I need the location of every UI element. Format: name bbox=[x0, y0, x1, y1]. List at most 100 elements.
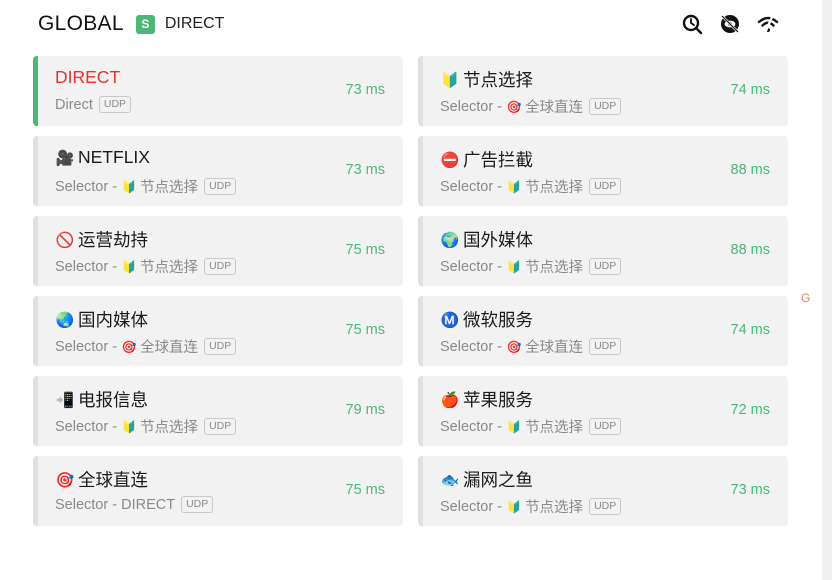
proxy-card[interactable]: 🎥 NETFLIX Selector - 🔰 节点选择 UDP 73 ms bbox=[33, 136, 403, 206]
via-emoji-icon: 🔰 bbox=[506, 419, 522, 434]
current-node: DIRECT bbox=[164, 15, 225, 32]
proxy-name-row: 🚫 运营劫持 bbox=[55, 227, 148, 252]
udp-badge: UDP bbox=[589, 338, 622, 355]
proxy-card[interactable]: 🚫 运营劫持 Selector - 🔰 节点选择 UDP 75 ms bbox=[33, 216, 403, 286]
proxy-card[interactable]: 🔰 节点选择 Selector - 🎯 全球直连 UDP 74 ms bbox=[418, 56, 788, 126]
latency-value[interactable]: 72 ms bbox=[731, 402, 771, 418]
proxy-via: 全球直连 bbox=[525, 340, 584, 356]
proxy-card[interactable]: 🍎 苹果服务 Selector - 🔰 节点选择 UDP 72 ms bbox=[418, 376, 788, 446]
proxy-detail-row: Selector - 🔰 节点选择 UDP bbox=[55, 176, 237, 197]
proxy-emoji-icon: 🌏 bbox=[55, 311, 75, 329]
separator: - bbox=[493, 178, 503, 195]
via-emoji-icon: 🔰 bbox=[506, 259, 522, 274]
proxy-detail-row: Direct UDP bbox=[55, 96, 132, 113]
proxy-card[interactable]: 📲 电报信息 Selector - 🔰 节点选择 UDP 79 ms bbox=[33, 376, 403, 446]
udp-badge: UDP bbox=[589, 98, 622, 115]
latency-value[interactable]: 73 ms bbox=[346, 162, 386, 178]
proxy-name-row: 🐟 漏网之鱼 bbox=[440, 467, 533, 492]
proxy-type: Selector bbox=[55, 418, 109, 435]
scrollbar[interactable] bbox=[822, 0, 832, 580]
proxy-name-row: ⛔ 广告拦截 bbox=[440, 147, 533, 172]
latency-value[interactable]: 88 ms bbox=[731, 162, 771, 178]
proxy-name: 全球直连 bbox=[78, 470, 148, 490]
proxy-via: 节点选择 bbox=[140, 180, 199, 196]
udp-badge: UDP bbox=[98, 96, 132, 113]
latency-value[interactable]: 73 ms bbox=[731, 482, 771, 498]
proxy-detail-row: Selector - 🎯 全球直连 UDP bbox=[55, 336, 237, 357]
via-emoji-icon: 🔰 bbox=[506, 499, 522, 514]
latency-value[interactable]: 75 ms bbox=[346, 482, 386, 498]
latency-value[interactable]: 75 ms bbox=[346, 322, 386, 338]
proxy-name-row: Ⓜ️ 微软服务 bbox=[440, 307, 533, 332]
proxy-type: Selector bbox=[440, 98, 494, 115]
udp-badge: UDP bbox=[204, 258, 237, 275]
hide-unavailable-icon[interactable] bbox=[718, 12, 742, 36]
proxy-via: 节点选择 bbox=[140, 260, 199, 276]
proxy-emoji-icon: 🐟 bbox=[440, 471, 460, 489]
latency-value[interactable]: 74 ms bbox=[731, 82, 771, 98]
proxy-detail-row: Selector - 🔰 节点选择 UDP bbox=[440, 416, 622, 437]
proxy-card[interactable]: 🌏 国内媒体 Selector - 🎯 全球直连 UDP 75 ms bbox=[33, 296, 403, 366]
latency-value[interactable]: 73 ms bbox=[346, 82, 386, 98]
proxy-emoji-icon: 🍎 bbox=[440, 391, 460, 409]
proxy-name: DIRECT bbox=[55, 67, 121, 87]
proxy-card[interactable]: Ⓜ️ 微软服务 Selector - 🎯 全球直连 UDP 74 ms bbox=[418, 296, 788, 366]
proxy-emoji-icon: 🚫 bbox=[55, 231, 75, 249]
proxy-emoji-icon: 🌍 bbox=[440, 231, 460, 249]
proxy-name-row: 🍎 苹果服务 bbox=[440, 387, 533, 412]
proxy-via: DIRECT bbox=[121, 496, 176, 513]
udp-badge: UDP bbox=[589, 178, 622, 195]
proxy-card[interactable]: 🌍 国外媒体 Selector - 🔰 节点选择 UDP 88 ms bbox=[418, 216, 788, 286]
proxy-detail-row: Selector - 🔰 节点选择 UDP bbox=[440, 256, 622, 277]
separator: - bbox=[108, 258, 118, 275]
latency-value[interactable]: 74 ms bbox=[731, 322, 771, 338]
proxy-detail-row: Selector - 🎯 全球直连 UDP bbox=[440, 336, 622, 357]
udp-badge: UDP bbox=[204, 178, 237, 195]
proxy-name-row: 🔰 节点选择 bbox=[440, 67, 533, 92]
proxy-detail-row: Selector - 🔰 节点选择 UDP bbox=[440, 176, 622, 197]
via-emoji-icon: 🎯 bbox=[506, 99, 522, 114]
proxy-emoji-icon: 📲 bbox=[55, 391, 75, 409]
proxy-name-row: 📲 电报信息 bbox=[55, 387, 148, 412]
proxy-emoji-icon: 🔰 bbox=[440, 71, 460, 89]
proxy-type: Selector bbox=[55, 258, 109, 275]
proxy-card[interactable]: 🐟 漏网之鱼 Selector - 🔰 节点选择 UDP 73 ms bbox=[418, 456, 788, 526]
proxy-name-row: 🌍 国外媒体 bbox=[440, 227, 533, 252]
separator: - bbox=[108, 338, 118, 355]
proxy-via: 节点选择 bbox=[525, 500, 584, 516]
proxy-name: 国外媒体 bbox=[463, 230, 533, 250]
proxy-name: 苹果服务 bbox=[463, 390, 533, 410]
latency-value[interactable]: 79 ms bbox=[346, 402, 386, 418]
proxy-name-row: 🌏 国内媒体 bbox=[55, 307, 148, 332]
proxy-card[interactable]: 🎯 全球直连 Selector - DIRECT UDP 75 ms bbox=[33, 456, 403, 526]
proxy-name: 电报信息 bbox=[78, 390, 148, 410]
separator: - bbox=[108, 178, 118, 195]
proxy-name: 运营劫持 bbox=[78, 230, 148, 250]
separator: - bbox=[493, 98, 503, 115]
latency-value[interactable]: 88 ms bbox=[731, 242, 771, 258]
proxy-via: 节点选择 bbox=[525, 260, 584, 276]
proxy-card[interactable]: ⛔ 广告拦截 Selector - 🔰 节点选择 UDP 88 ms bbox=[418, 136, 788, 206]
proxy-emoji-icon: ⛔ bbox=[440, 151, 460, 169]
wifi-icon[interactable] bbox=[756, 12, 780, 36]
separator: - bbox=[493, 258, 503, 275]
search-delay-icon[interactable] bbox=[680, 12, 704, 36]
proxy-type: Selector bbox=[440, 338, 494, 355]
proxy-detail-row: Selector - 🔰 节点选择 UDP bbox=[55, 256, 237, 277]
proxy-emoji-icon: 🎯 bbox=[55, 471, 75, 489]
proxy-detail-row: Selector - 🎯 全球直连 UDP bbox=[440, 96, 622, 117]
side-letter: G bbox=[801, 291, 811, 305]
udp-badge: UDP bbox=[181, 496, 214, 513]
proxy-via: 节点选择 bbox=[525, 420, 584, 436]
separator: - bbox=[108, 496, 118, 513]
group-name: GLOBAL bbox=[38, 12, 124, 35]
separator: - bbox=[493, 418, 503, 435]
via-emoji-icon: 🔰 bbox=[506, 179, 522, 194]
udp-badge: UDP bbox=[589, 418, 622, 435]
proxy-via: 节点选择 bbox=[525, 180, 584, 196]
proxy-card[interactable]: DIRECT Direct UDP 73 ms bbox=[33, 56, 403, 126]
group-header: GLOBAL S DIRECT bbox=[38, 10, 780, 38]
latency-value[interactable]: 75 ms bbox=[346, 242, 386, 258]
proxy-type: Selector bbox=[55, 496, 109, 513]
mode-badge: S bbox=[135, 14, 155, 34]
